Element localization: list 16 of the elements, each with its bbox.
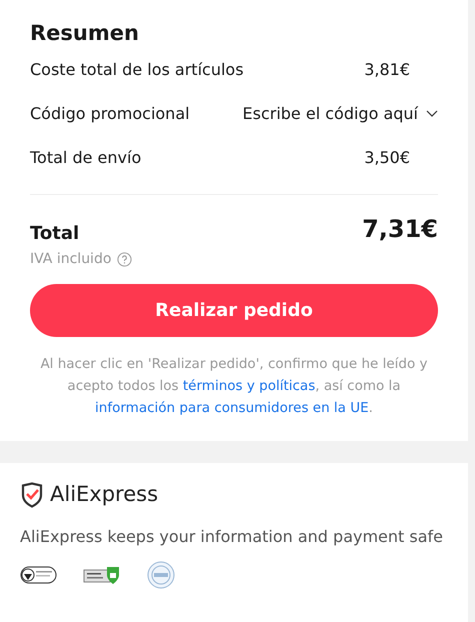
- promo-code-toggle[interactable]: Escribe el código aquí: [242, 102, 438, 126]
- summary-title: Resumen: [30, 20, 140, 47]
- total-amount: 7,31€: [362, 214, 438, 245]
- summary-label: Total de envío: [30, 147, 142, 169]
- terms-link[interactable]: información para consumidores en la UE: [95, 400, 369, 416]
- place-order-button[interactable]: Realizar pedido: [30, 284, 438, 337]
- total-label: Total: [30, 222, 80, 246]
- tax-note: IVA incluido: [30, 250, 112, 269]
- security-message: AliExpress keeps your information and payment safe: [20, 526, 444, 548]
- terms-link[interactable]: términos y políticas: [182, 378, 316, 394]
- summary-label: Coste total de los artículos: [30, 59, 244, 81]
- brand-name: AliExpress: [50, 481, 158, 508]
- summary-label: Código promocional: [30, 103, 190, 125]
- summary-amount: 3,50€: [364, 147, 411, 169]
- terms-notice: Al hacer clic en 'Realizar pedido', confirmo que he leído y acepto todos los términos y políticas, así como la información para consumidores en la UE.: [39, 355, 429, 418]
- summary-amount: 3,81€: [364, 59, 411, 81]
